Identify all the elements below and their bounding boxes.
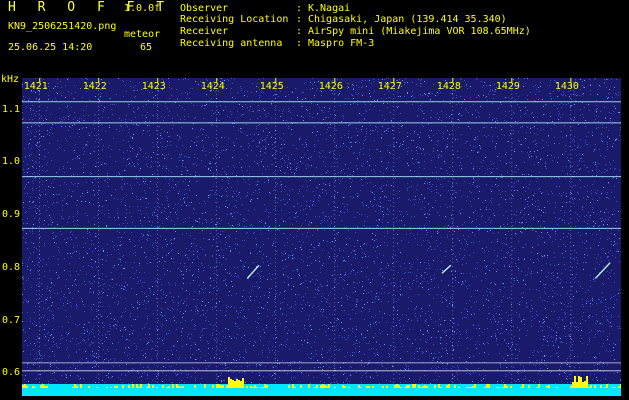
info-colon: : [296, 38, 303, 49]
spectrogram-plot [22, 78, 621, 396]
y-tick-label: 0.9 [2, 209, 21, 221]
info-label-antenna: Receiving antenna [180, 38, 283, 49]
meteor-count-label: meteor [124, 29, 161, 40]
x-tick-label: 1429 [495, 81, 520, 92]
info-label-receiver: Receiver [180, 26, 229, 37]
x-tick-label: 1430 [554, 81, 579, 92]
x-tick-label: 1423 [141, 81, 166, 92]
y-tick-label: 0.6 [2, 367, 21, 379]
meteor-count-value: 65 [140, 42, 153, 53]
info-colon: : [296, 3, 303, 14]
y-tick-label: 1.1 [2, 103, 21, 115]
y-tick-label: 0.8 [2, 261, 21, 273]
x-tick-label: 1424 [200, 81, 225, 92]
filename-label: KN9_2506251420.png [8, 21, 117, 32]
info-value-receiver: AirSpy mini (Miakejima VOR 108.65MHz) [308, 26, 531, 37]
y-axis-unit-label: kHz [1, 74, 20, 85]
info-colon: : [296, 26, 303, 37]
y-tick-label: 0.7 [2, 314, 21, 326]
x-tick-label: 1425 [259, 81, 284, 92]
x-tick-label: 1421 [23, 81, 48, 92]
x-tick-label: 1428 [436, 81, 461, 92]
datetime-label: 25.06.25 14:20 [8, 42, 93, 53]
spectrogram-background [22, 78, 621, 396]
info-value-location: Chigasaki, Japan (139.414 35.340) [308, 14, 507, 25]
info-label-location: Receiving Location [180, 14, 289, 25]
spectrogram-svg [22, 78, 621, 396]
info-label-observer: Observer [180, 3, 229, 14]
header-panel: H R O F F T 1.0.0f KN9_2506251420.png 25… [0, 0, 629, 74]
info-value-observer: K.Nagai [308, 3, 351, 14]
x-tick-label: 1426 [318, 81, 343, 92]
info-colon: : [296, 14, 303, 25]
info-value-antenna: Maspro FM-3 [308, 38, 375, 49]
y-tick-label: 1.0 [2, 156, 21, 168]
x-tick-label: 1422 [82, 81, 107, 92]
x-tick-label: 1427 [377, 81, 402, 92]
version-label: 1.0.0f [124, 3, 161, 14]
